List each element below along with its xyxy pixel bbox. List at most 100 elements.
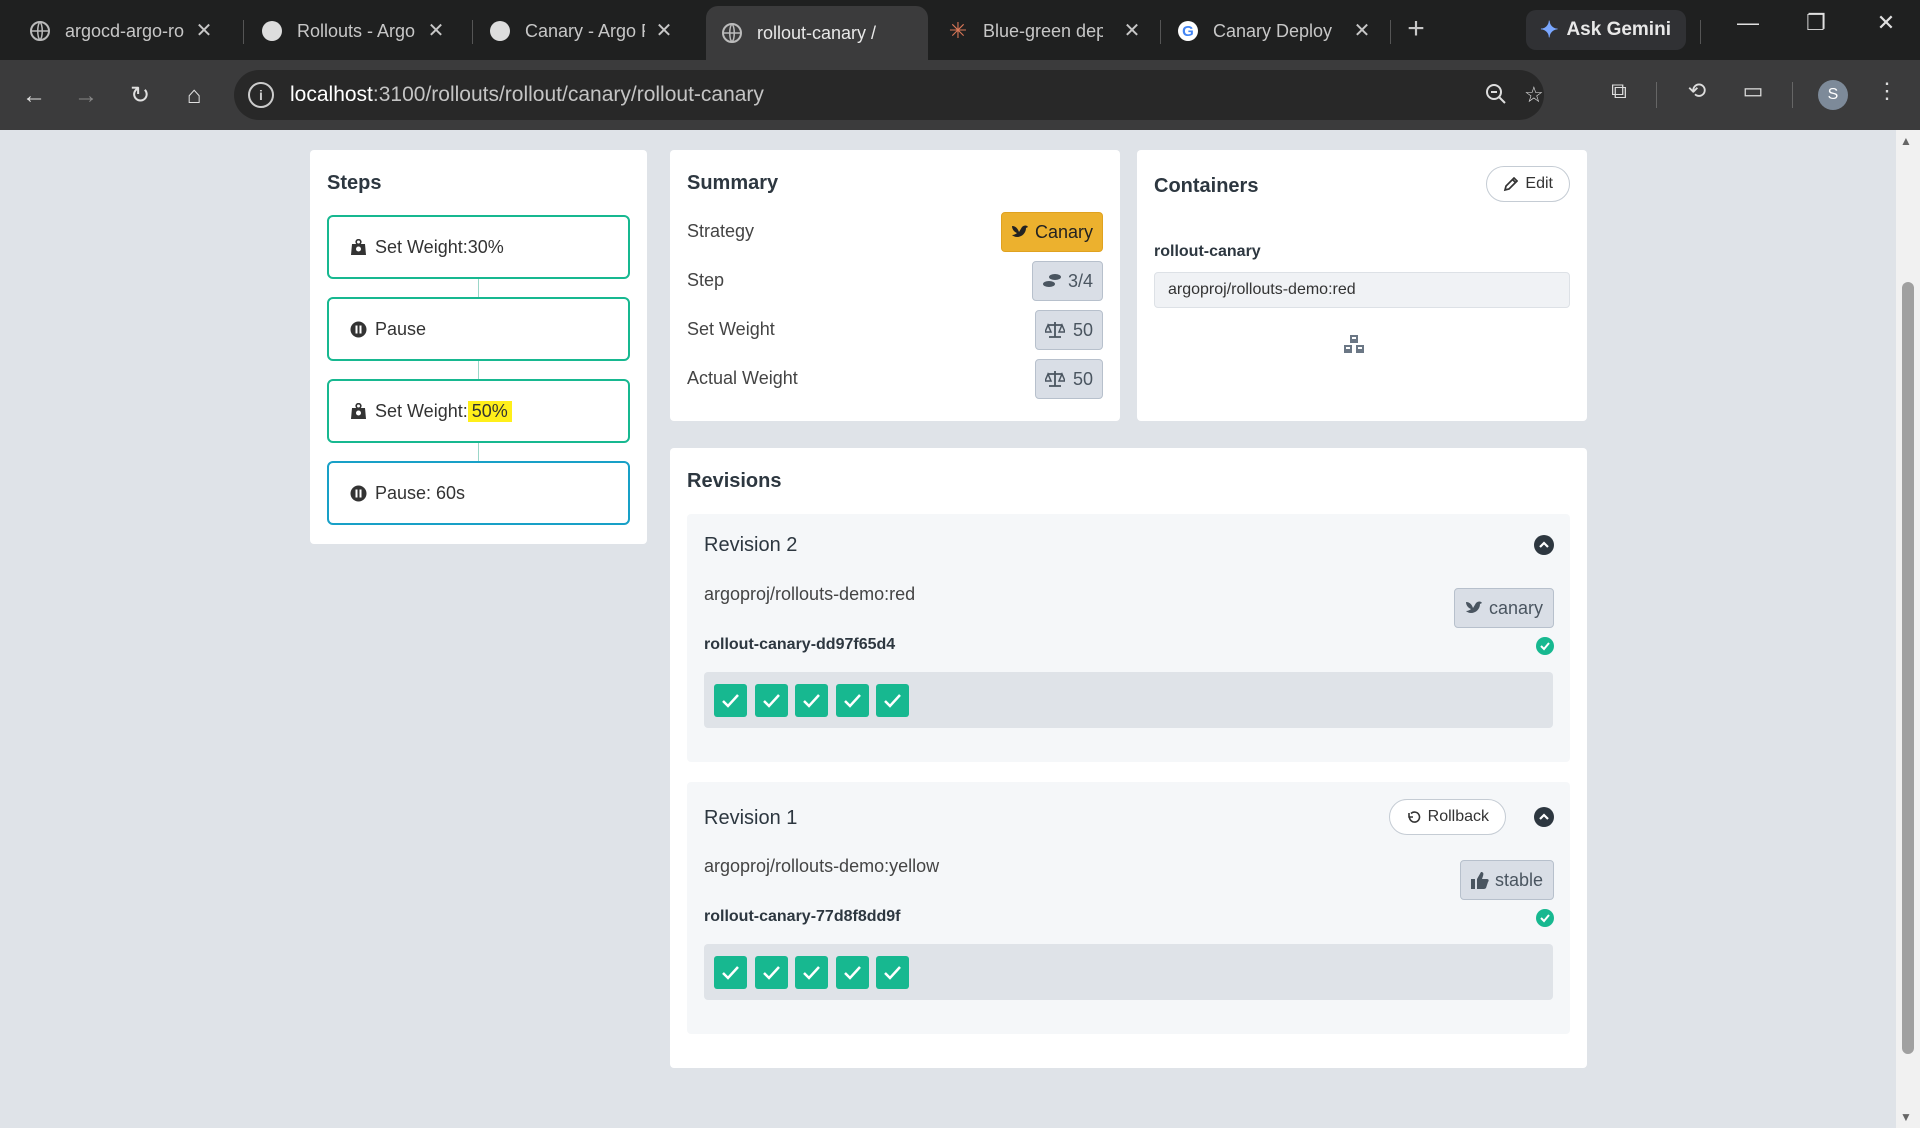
step-value: 30% <box>467 236 504 257</box>
strategy-value: Canary <box>1034 221 1093 242</box>
extensions-icon[interactable]: ⧉ <box>1602 78 1636 104</box>
new-tab-button[interactable]: + <box>1400 12 1432 46</box>
pencil-icon <box>1503 176 1519 192</box>
set-weight-value: 50 <box>1072 319 1093 340</box>
pod-healthy[interactable] <box>836 956 869 989</box>
shoe-prints-icon <box>1042 273 1062 289</box>
pods-strip <box>704 944 1553 1000</box>
browser-tab-active[interactable]: rollout-canary / Rollouts <box>706 6 928 60</box>
pod-healthy[interactable] <box>795 684 828 717</box>
close-tab-icon[interactable]: ✕ <box>424 18 448 43</box>
menu-kebab-icon[interactable]: ⋮ <box>1870 78 1904 104</box>
zoom-icon[interactable] <box>1484 82 1508 112</box>
pod-healthy[interactable] <box>876 956 909 989</box>
pause-circle-icon <box>349 484 367 502</box>
close-tab-icon[interactable]: ✕ <box>652 18 676 43</box>
tab-search-icon[interactable]: ▭ <box>1736 78 1770 104</box>
back-arrow-icon[interactable]: ← <box>14 76 54 116</box>
pod-healthy[interactable] <box>795 956 828 989</box>
browser-tab[interactable]: ✳ Blue-green deployment ✕ <box>928 8 1158 54</box>
canary-bird-icon <box>1011 224 1029 240</box>
browser-tab[interactable]: Canary - Argo Rollouts ✕ <box>460 8 690 54</box>
ask-gemini-button[interactable]: ✦ Ask Gemini <box>1526 10 1686 50</box>
step-label: Pause: 60s <box>375 482 466 503</box>
browser-tab[interactable]: G Canary Deployment ✕ <box>1158 8 1388 54</box>
check-circle-icon <box>1536 637 1554 655</box>
pod-healthy[interactable] <box>876 684 909 717</box>
url-text[interactable]: localhost:3100/rollouts/rollout/canary/r… <box>290 83 764 107</box>
scrollbar-thumb[interactable] <box>1902 282 1914 1054</box>
revision-image: argoproj/rollouts-demo:yellow <box>704 856 940 876</box>
weight-bag-icon <box>349 238 367 256</box>
profile-avatar[interactable]: S <box>1818 80 1848 110</box>
step-connector <box>478 443 479 461</box>
history-icon[interactable]: ⟲ <box>1680 78 1714 104</box>
edit-label: Edit <box>1525 175 1553 192</box>
tab-title: Canary Deployment <box>1213 20 1333 41</box>
containers-panel: Containers Edit rollout-canary argoproj/… <box>1137 150 1587 421</box>
rollout-page: Steps Set Weight: 30% Pause Set Weight: … <box>0 130 1896 1128</box>
pod-healthy[interactable] <box>755 956 788 989</box>
bookmark-star-icon[interactable]: ☆ <box>1524 82 1544 108</box>
steps-title: Steps <box>327 172 382 194</box>
tag-label: stable <box>1494 869 1543 890</box>
home-icon[interactable]: ⌂ <box>174 76 214 116</box>
step-set-weight-30[interactable]: Set Weight: 30% <box>327 215 630 279</box>
minimize-icon[interactable]: — <box>1728 10 1768 36</box>
tab-title: rollout-canary / Rollouts <box>757 22 877 43</box>
reload-icon[interactable]: ↻ <box>120 76 160 116</box>
forward-arrow-icon[interactable]: → <box>66 76 106 116</box>
toolbar-separator <box>1792 82 1793 108</box>
restore-icon[interactable]: ❐ <box>1796 10 1836 36</box>
step-set-weight-50[interactable]: Set Weight: 50% <box>327 379 630 443</box>
site-info-icon[interactable]: i <box>248 82 274 108</box>
close-window-icon[interactable]: ✕ <box>1866 10 1906 36</box>
actual-weight-label: Actual Weight <box>687 368 798 388</box>
stable-tag: stable <box>1459 860 1554 900</box>
chevron-up-icon[interactable] <box>1534 807 1554 827</box>
pod-healthy[interactable] <box>836 684 869 717</box>
step-label: Set Weight: <box>375 400 468 421</box>
revisions-title: Revisions <box>687 470 782 492</box>
edit-button[interactable]: Edit <box>1486 166 1570 202</box>
globe-icon <box>30 21 50 41</box>
browser-tab[interactable]: argocd-argo-rollouts ✕ <box>0 8 230 54</box>
revision-item: Revision 2 argoproj/rollouts-demo:red ca… <box>687 514 1570 762</box>
address-bar[interactable]: i localhost:3100/rollouts/rollout/canary… <box>234 70 1544 120</box>
browser-tab[interactable]: Rollouts - Argo Rollouts ✕ <box>232 8 462 54</box>
thumbs-up-icon <box>1470 871 1489 889</box>
step-connector <box>478 361 479 379</box>
strategy-label: Strategy <box>687 221 755 241</box>
pod-healthy[interactable] <box>755 684 788 717</box>
set-weight-label: Set Weight <box>687 319 775 339</box>
rollback-label: Rollback <box>1427 808 1489 825</box>
pod-healthy[interactable] <box>714 956 747 989</box>
claude-spark-icon: ✳ <box>948 18 968 43</box>
step-pause-60s[interactable]: Pause: 60s <box>327 461 630 525</box>
strategy-badge: Canary <box>1000 212 1103 252</box>
close-tab-icon[interactable]: ✕ <box>1350 18 1374 43</box>
close-tab-icon[interactable]: ✕ <box>1120 18 1144 43</box>
step-pause[interactable]: Pause <box>327 297 630 361</box>
containers-title: Containers <box>1154 175 1259 197</box>
balance-scale-icon <box>1044 321 1065 339</box>
tab-separator <box>1700 20 1701 44</box>
pause-circle-icon <box>349 320 367 338</box>
pod-healthy[interactable] <box>714 684 747 717</box>
chevron-up-icon[interactable] <box>1534 535 1554 555</box>
weight-bag-icon <box>349 402 367 420</box>
tab-title: Canary - Argo Rollouts <box>525 20 645 41</box>
scroll-down-arrow-icon[interactable]: ▼ <box>1900 1110 1912 1124</box>
actual-weight-badge: 50 <box>1034 359 1103 399</box>
url-host: localhost <box>290 83 373 106</box>
summary-panel: Summary Strategy Canary Step 3/4 Set Wei… <box>670 150 1120 421</box>
rollback-button[interactable]: Rollback <box>1388 799 1506 835</box>
revision-image: argoproj/rollouts-demo:red <box>704 584 916 604</box>
container-name: rollout-canary <box>1154 243 1261 260</box>
close-tab-icon[interactable]: ✕ <box>192 18 216 43</box>
revision-title: Revision 2 <box>704 534 798 556</box>
page-scrollbar[interactable]: ▲ ▼ <box>1896 130 1920 1128</box>
scroll-up-arrow-icon[interactable]: ▲ <box>1900 134 1912 148</box>
container-image-field[interactable]: argoproj/rollouts-demo:red <box>1154 272 1570 308</box>
revision-title: Revision 1 <box>704 807 798 829</box>
